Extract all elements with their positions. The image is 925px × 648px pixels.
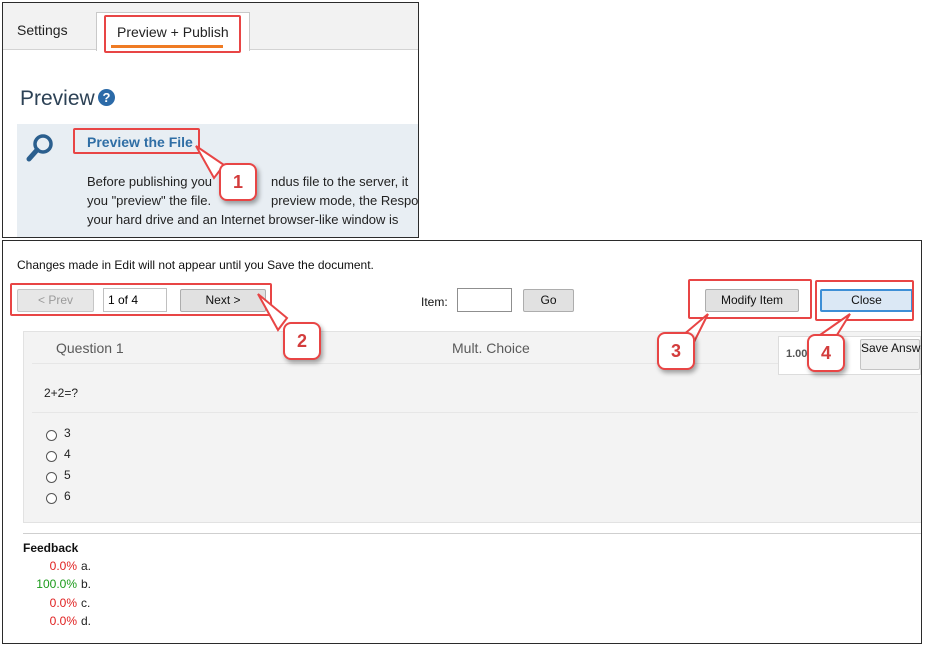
description-fragment-2: preview mode, the Respo [271,193,419,208]
feedback-row: 100.0% b. [13,577,113,593]
feedback-choice-letter: d. [81,614,92,628]
radio-button[interactable] [46,493,57,504]
description-fragment-1: ndus file to the server, it [271,174,409,189]
item-number-input[interactable] [457,288,512,312]
choice-label: 6 [64,489,71,503]
callout-1: 1 [219,163,257,201]
description-line-2: you "preview" the file. [87,193,212,208]
highlight-preview-tab [104,15,241,53]
feedback-heading: Feedback [23,541,79,555]
choice-label: 3 [64,426,71,440]
save-notice: Changes made in Edit will not appear unt… [17,258,374,272]
feedback-row: 0.0% c. [13,596,113,612]
highlight-navigation [10,283,272,316]
question-text: 2+2=? [44,386,79,400]
divider [32,412,918,413]
highlight-modify-item [688,279,812,319]
score-value: 1.00 [786,348,808,360]
radio-button[interactable] [46,430,57,441]
feedback-row: 0.0% a. [13,559,113,575]
radio-button[interactable] [46,451,57,462]
callout-4: 4 [807,334,845,372]
choice-label: 5 [64,468,71,482]
item-label: Item: [421,295,448,309]
feedback-percent: 0.0% [49,614,77,628]
choice-label: 4 [64,447,71,461]
score-panel: 1.00 Save Answer [778,336,921,375]
feedback-row: 0.0% d. [13,614,113,630]
feedback-percent: 0.0% [49,559,77,573]
callout-3: 3 [657,332,695,370]
save-answer-button[interactable]: Save Answer [860,339,921,370]
go-button[interactable]: Go [523,289,574,312]
description-line-3: your hard drive and an Internet browser-… [87,212,399,227]
description-line-1: Before publishing you [87,174,213,189]
highlight-close [815,280,914,321]
radio-button[interactable] [46,472,57,483]
question-type: Mult. Choice [452,340,530,356]
magnifier-icon [26,134,53,162]
preview-heading: Preview [20,87,95,110]
callout-2: 2 [283,322,321,360]
feedback-choice-letter: c. [81,596,91,610]
feedback-percent: 0.0% [49,596,77,610]
question-title: Question 1 [56,340,124,356]
feedback-percent: 100.0% [36,577,77,591]
feedback-choice-letter: a. [81,559,92,573]
tab-settings[interactable]: Settings [17,22,68,38]
highlight-preview-file-link [73,128,200,154]
divider [23,533,921,534]
question-circle-icon[interactable]: ? [98,89,115,106]
feedback-choice-letter: b. [81,577,92,591]
